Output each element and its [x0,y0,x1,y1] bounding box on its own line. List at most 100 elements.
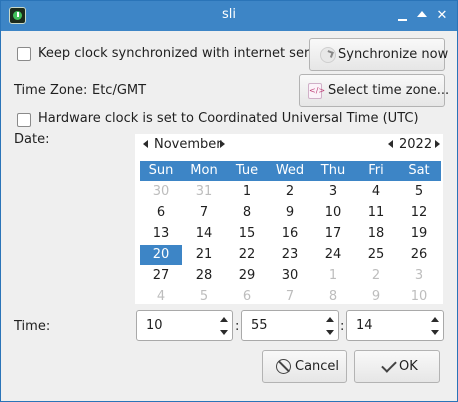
calendar-day[interactable]: 3 [398,266,440,286]
synchronize-now-label: Synchronize now [338,47,449,62]
calendar-day[interactable]: 1 [226,182,268,202]
hours-decrement-icon[interactable] [220,330,228,335]
calendar-day[interactable]: 12 [398,203,440,223]
calendar-day[interactable]: 27 [140,266,182,286]
calendar-day[interactable]: 7 [183,203,225,223]
calendar-day[interactable]: 31 [183,182,225,202]
calendar-day[interactable]: 2 [269,182,311,202]
prev-year-icon[interactable] [388,140,393,148]
calendar-day[interactable]: 5 [183,287,225,307]
calendar-day[interactable]: 15 [226,224,268,244]
calendar-day[interactable]: 4 [140,287,182,307]
calendar-day[interactable]: 21 [183,245,225,265]
hours-value: 10 [146,318,163,333]
calendar-day[interactable]: 30 [140,182,182,202]
sync-checkbox-label[interactable]: Keep clock synchronized with internet se… [38,46,337,61]
calendar-day[interactable]: 28 [183,266,225,286]
calendar-day[interactable]: 11 [355,203,397,223]
hours-spinbox[interactable]: 10 [136,310,233,341]
minutes-decrement-icon[interactable] [326,330,334,335]
time-separator: : [340,319,345,334]
weekday-2: Tue [235,163,259,178]
minimize-icon [398,19,407,21]
hours-increment-icon[interactable] [220,317,228,322]
calendar-day[interactable]: 14 [183,224,225,244]
calendar-day[interactable]: 16 [269,224,311,244]
weekday-6: Sat [408,163,430,178]
close-button[interactable]: ✕ [433,7,451,25]
minutes-value: 55 [251,318,268,333]
utc-checkbox-label[interactable]: Hardware clock is set to Coordinated Uni… [38,111,419,126]
calendar-day[interactable]: 3 [312,182,354,202]
calendar-day[interactable]: 22 [226,245,268,265]
month-label: November [154,137,222,152]
maximize-icon [417,11,427,17]
calendar-day[interactable]: 5 [398,182,440,202]
calendar-day[interactable]: 23 [269,245,311,265]
calendar[interactable]: November 2022 Sun Mon Tue Wed Thu Fri Sat 30 31… [135,134,443,304]
seconds-value: 14 [356,318,373,333]
ok-button[interactable]: OK [354,350,440,383]
select-time-zone-label: Select time zone... [328,83,450,98]
sync-checkbox[interactable] [17,47,31,61]
calendar-day[interactable]: 30 [269,266,311,286]
calendar-day[interactable]: 9 [355,287,397,307]
calendar-day[interactable]: 2 [355,266,397,286]
sync-icon [320,47,336,63]
calendar-day[interactable]: 18 [355,224,397,244]
calendar-day[interactable]: 19 [398,224,440,244]
date-label: Date: [14,132,50,147]
time-separator: : [235,319,240,334]
minutes-spinbox[interactable]: 55 [241,310,339,341]
utc-checkbox[interactable] [17,113,31,127]
prev-month-icon[interactable] [143,140,148,148]
synchronize-now-button[interactable]: Synchronize now [309,38,449,71]
weekday-0: Sun [148,163,174,178]
weekday-header: Sun Mon Tue Wed Thu Fri Sat [140,161,441,181]
cancel-icon [276,359,291,374]
window-title: sli [222,7,236,22]
calendar-day[interactable]: 10 [312,203,354,223]
title-bar[interactable]: sli ✕ [1,1,457,31]
code-icon: </> [308,83,325,99]
seconds-spinbox[interactable]: 14 [346,310,444,341]
calendar-day[interactable]: 24 [312,245,354,265]
timezone-label: Time Zone: [14,83,88,98]
next-year-icon[interactable] [435,140,440,148]
calendar-day[interactable]: 9 [269,203,311,223]
year-label: 2022 [399,137,433,152]
calendar-day[interactable]: 26 [398,245,440,265]
ok-label: OK [399,359,418,374]
calendar-day[interactable]: 10 [398,287,440,307]
calendar-day[interactable]: 29 [226,266,268,286]
check-icon [381,357,397,373]
time-label: Time: [14,319,51,334]
calendar-day[interactable]: 17 [312,224,354,244]
select-time-zone-button[interactable]: </> Select time zone... [299,74,449,107]
calendar-day[interactable]: 8 [312,287,354,307]
timezone-value: Etc/GMT [92,83,147,98]
weekday-5: Fri [368,163,384,178]
seconds-decrement-icon[interactable] [431,330,439,335]
date-time-dialog: sli ✕ Keep clock synchronized with inter… [0,0,458,402]
minimize-button[interactable] [394,7,412,25]
cancel-button[interactable]: Cancel [262,350,347,383]
close-icon: ✕ [436,8,448,23]
calendar-day[interactable]: 1 [312,266,354,286]
calendar-day[interactable]: 8 [226,203,268,223]
maximize-button[interactable] [413,7,431,25]
seconds-increment-icon[interactable] [431,317,439,322]
calendar-day[interactable]: 20 [140,245,182,265]
cancel-label: Cancel [295,359,340,374]
calendar-day[interactable]: 7 [269,287,311,307]
weekday-3: Wed [275,163,305,178]
minutes-increment-icon[interactable] [326,317,334,322]
next-month-icon[interactable] [220,140,225,148]
calendar-day[interactable]: 4 [355,182,397,202]
calendar-day[interactable]: 13 [140,224,182,244]
weekday-4: Thu [320,163,346,178]
weekday-1: Mon [190,163,218,178]
calendar-day[interactable]: 6 [140,203,182,223]
calendar-day[interactable]: 25 [355,245,397,265]
calendar-day[interactable]: 6 [226,287,268,307]
